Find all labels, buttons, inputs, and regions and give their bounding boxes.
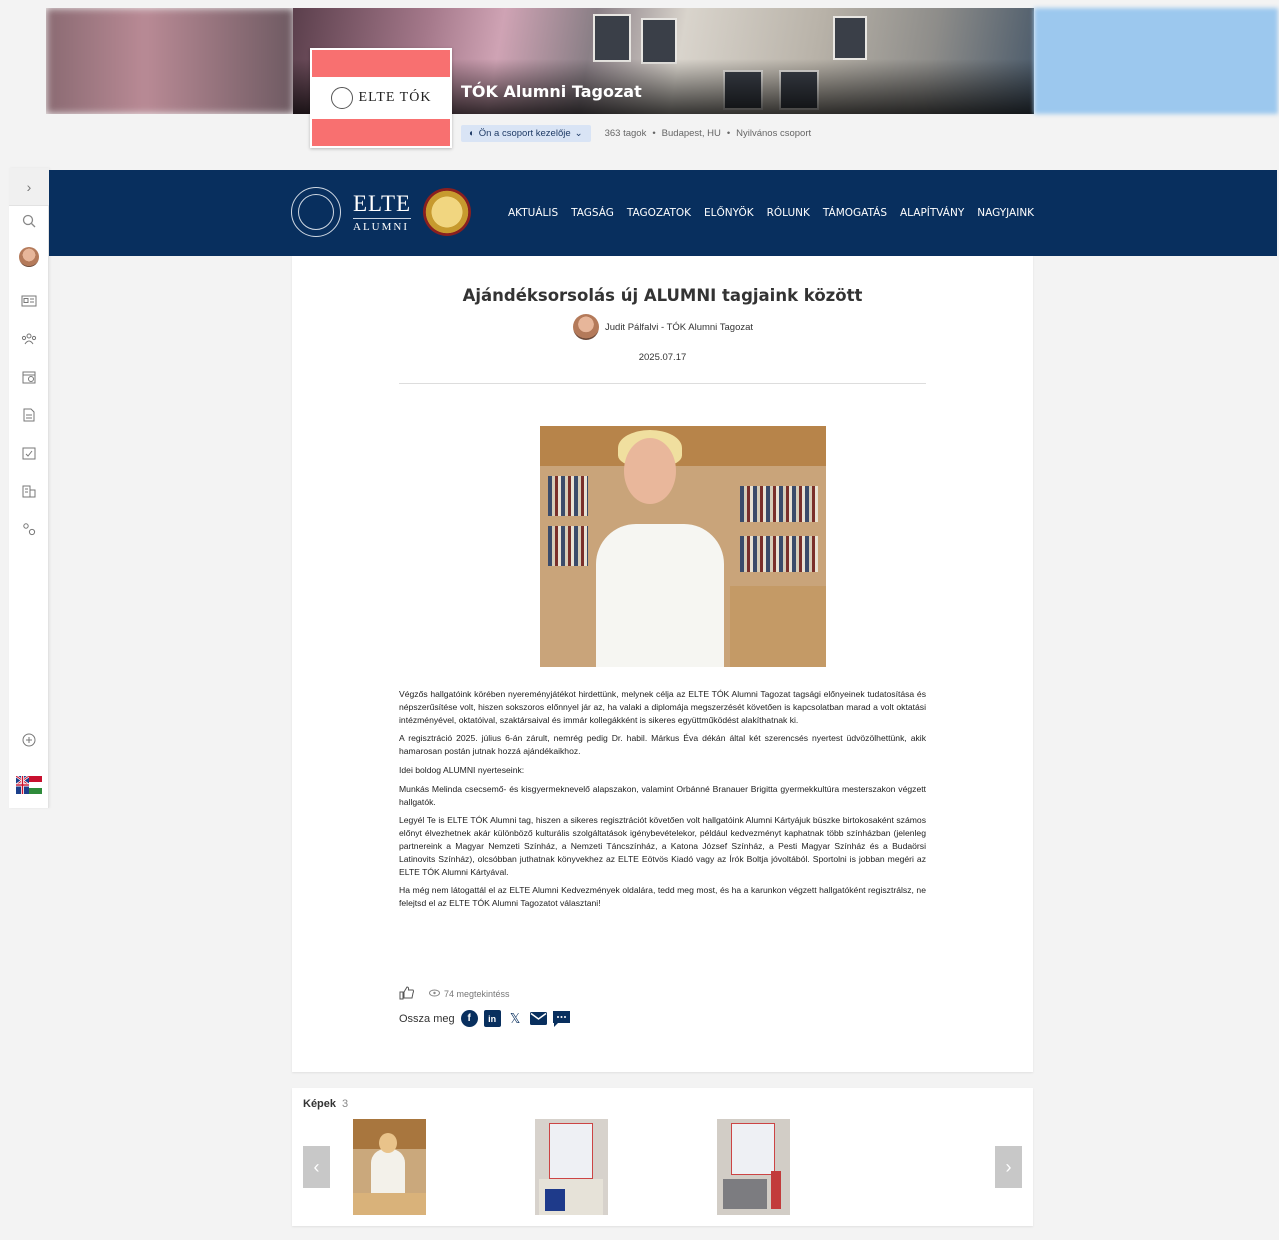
cover-image-left bbox=[46, 8, 294, 114]
shield-icon: ◐ bbox=[469, 127, 475, 139]
images-label: Képek bbox=[303, 1098, 337, 1110]
elte-seal-icon bbox=[291, 187, 341, 237]
group-title[interactable]: TÓK Alumni Tagozat bbox=[461, 82, 642, 101]
admin-label: Ön a csoport kezelője bbox=[478, 127, 571, 139]
member-count[interactable]: 363 tagok bbox=[605, 128, 647, 139]
article-title: Ajándéksorsolás új ALUMNI tagjaink közöt… bbox=[462, 286, 863, 305]
eye-icon bbox=[429, 989, 440, 999]
linkedin-icon[interactable]: in bbox=[483, 1010, 501, 1027]
nav-rolunk[interactable]: RÓLUNK bbox=[767, 207, 810, 219]
message-icon[interactable] bbox=[552, 1010, 570, 1027]
article-author[interactable]: Judit Pálfalvi - TÓK Alumni Tagozat bbox=[573, 314, 753, 340]
group-logo: ELTE TÓK bbox=[310, 48, 452, 148]
brand-name: ELTE bbox=[353, 190, 412, 216]
article-card: Ajándéksorsolás új ALUMNI tagjaink közöt… bbox=[292, 256, 1033, 1072]
article-paragraph: Legyél Te is ELTE TÓK Alumni tag, hiszen… bbox=[399, 815, 926, 877]
images-count: 3 bbox=[342, 1098, 349, 1110]
nav-alapitvany[interactable]: ALAPÍTVÁNY bbox=[900, 207, 964, 219]
images-header: Képek 3 bbox=[303, 1098, 348, 1110]
admin-dropdown[interactable]: ◐ Ön a csoport kezelője ⌄ bbox=[461, 124, 591, 142]
left-rail: › bbox=[9, 168, 49, 808]
carousel-prev-button[interactable]: ‹ bbox=[303, 1146, 330, 1188]
images-section: Képek 3 ‹ › bbox=[292, 1088, 1033, 1226]
brand-subtitle: ALUMNI bbox=[353, 217, 412, 233]
nav-tagsag[interactable]: TAGSÁG bbox=[571, 207, 614, 219]
article-date: 2025.07.17 bbox=[638, 352, 687, 363]
nav-aktualis[interactable]: AKTUÁLIS bbox=[508, 207, 558, 219]
article-body: Végzős hallgatóink körében nyereményjáté… bbox=[399, 688, 926, 916]
people-icon[interactable] bbox=[9, 320, 49, 358]
nav-elonyok[interactable]: ELŐNYÖK bbox=[704, 207, 754, 219]
nav-tagozatok[interactable]: TAGOZATOK bbox=[627, 207, 691, 219]
crest-icon bbox=[330, 87, 353, 109]
article-paragraph: Ha még nem látogattál el az ELTE Alumni … bbox=[399, 885, 926, 909]
carousel-next-button[interactable]: › bbox=[995, 1146, 1022, 1188]
image-thumbnail[interactable] bbox=[535, 1119, 608, 1215]
x-icon[interactable]: 𝕏 bbox=[507, 1010, 524, 1027]
id-card-icon[interactable] bbox=[9, 282, 49, 320]
settings-icon[interactable] bbox=[9, 510, 49, 548]
article-stats: 74 megtekintéss bbox=[399, 986, 510, 1002]
nav-nagyjaink[interactable]: NAGYJAINK bbox=[977, 207, 1034, 219]
add-circle-icon[interactable] bbox=[9, 721, 49, 759]
group-visibility: Nyilvános csoport bbox=[736, 127, 812, 139]
profile-avatar[interactable] bbox=[9, 238, 49, 276]
share-label: Ossza meg bbox=[399, 1012, 455, 1025]
nav-tamogatas[interactable]: TÁMOGATÁS bbox=[823, 207, 887, 219]
chevron-right-icon[interactable]: › bbox=[9, 168, 49, 206]
like-icon[interactable] bbox=[399, 986, 415, 1002]
chevron-down-icon: ⌄ bbox=[574, 127, 583, 139]
gold-seal-icon bbox=[423, 188, 472, 236]
flag-icon bbox=[16, 776, 42, 794]
group-location: Budapest, HU bbox=[661, 127, 721, 139]
facebook-icon[interactable]: f bbox=[460, 1010, 478, 1027]
language-switcher[interactable] bbox=[9, 766, 49, 804]
view-count: 74 megtekintéss bbox=[444, 989, 510, 999]
site-navbar: ELTE ALUMNI AKTUÁLIS TAGSÁG TAGOZATOK EL… bbox=[49, 170, 1277, 256]
avatar bbox=[19, 247, 39, 267]
calendar-icon[interactable] bbox=[9, 358, 49, 396]
building-icon[interactable] bbox=[9, 472, 49, 510]
image-thumbnail[interactable] bbox=[353, 1119, 426, 1215]
article-paragraph: Végzős hallgatóink körében nyereményjáté… bbox=[399, 689, 926, 725]
email-icon[interactable] bbox=[529, 1010, 547, 1027]
cover-image-right bbox=[1034, 8, 1278, 114]
share-bar: Ossza meg f in 𝕏 bbox=[399, 1010, 570, 1027]
elte-alumni-logo[interactable]: ELTE ALUMNI bbox=[291, 187, 472, 237]
divider bbox=[399, 383, 926, 384]
author-name: Judit Pálfalvi - TÓK Alumni Tagozat bbox=[605, 321, 754, 333]
avatar bbox=[573, 314, 599, 340]
main-nav: AKTUÁLIS TAGSÁG TAGOZATOK ELŐNYÖK RÓLUNK… bbox=[508, 207, 1034, 219]
image-thumbnail[interactable] bbox=[717, 1119, 790, 1215]
document-icon[interactable] bbox=[9, 396, 49, 434]
article-paragraph: Idei boldog ALUMNI nyerteseink: bbox=[399, 764, 525, 775]
clipboard-check-icon[interactable] bbox=[9, 434, 49, 472]
article-paragraph: A regisztráció 2025. július 6-án zárult,… bbox=[399, 733, 926, 757]
article-photo[interactable] bbox=[540, 426, 826, 667]
group-meta: ◐ Ön a csoport kezelője ⌄ 363 tagok • Bu… bbox=[461, 124, 811, 142]
group-logo-text: ELTE TÓK bbox=[358, 90, 432, 105]
article-paragraph: Munkás Melinda csecsemő- és kisgyermekne… bbox=[399, 783, 926, 807]
search-icon[interactable] bbox=[9, 202, 49, 240]
